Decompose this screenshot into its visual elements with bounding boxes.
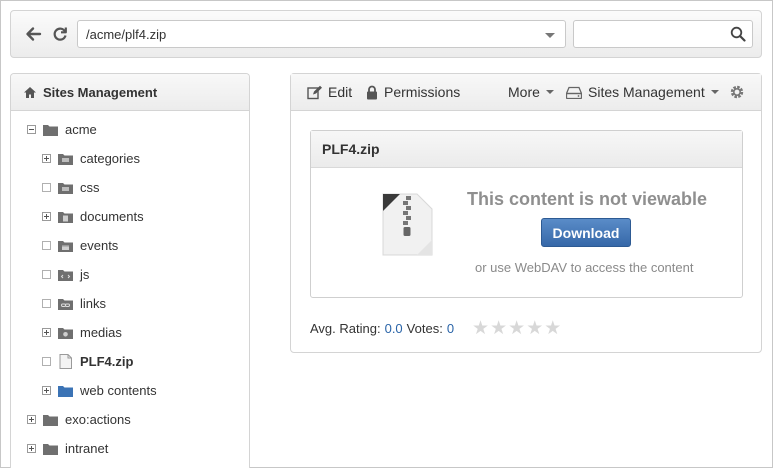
more-label: More — [508, 84, 540, 100]
address-toolbar: /acme/plf4.zip — [10, 10, 762, 58]
address-field[interactable]: /acme/plf4.zip — [77, 20, 566, 48]
tree-item-label: exo:actions — [65, 411, 131, 427]
drive-label: Sites Management — [588, 84, 705, 100]
avg-rating-value: 0.0 — [384, 321, 403, 336]
preview-title: PLF4.zip — [311, 131, 742, 168]
more-dropdown[interactable]: More — [508, 84, 554, 100]
tree-item-acme[interactable]: acme — [27, 119, 97, 139]
collapse-toggle-icon[interactable] — [27, 124, 36, 134]
search-icon[interactable] — [730, 26, 746, 42]
blue-folder-icon — [58, 385, 73, 397]
gear-icon[interactable] — [729, 84, 745, 103]
tree-item-intranet[interactable]: intranet — [27, 438, 108, 458]
avg-rating-label: Avg. Rating: — [310, 321, 381, 336]
not-viewable-message: This content is not viewable — [467, 189, 708, 209]
link-folder-icon — [58, 298, 73, 310]
sites-sidebar: Sites Management acme categories css doc… — [10, 73, 250, 468]
refresh-icon[interactable] — [51, 25, 69, 43]
rating-bar: Avg. Rating: 0.0 Votes: 0 ★ ★ ★ ★ ★ — [310, 319, 562, 338]
file-preview-card: PLF4.zip This content is not viewable Do… — [310, 130, 743, 298]
expand-toggle-icon[interactable] — [42, 153, 51, 163]
back-arrow-icon[interactable] — [24, 25, 42, 43]
star-icon[interactable]: ★ — [544, 319, 561, 338]
action-bar: Edit Permissions More Sites Management — [291, 74, 761, 111]
tree-item-categories[interactable]: categories — [42, 148, 140, 168]
leaf-toggle — [42, 356, 51, 366]
tree-item-label: js — [80, 266, 90, 282]
edit-button[interactable]: Edit — [307, 84, 352, 100]
star-icon[interactable]: ★ — [472, 319, 489, 338]
tree-item-css[interactable]: css — [42, 177, 100, 197]
expand-toggle-icon[interactable] — [27, 443, 36, 453]
chevron-down-icon[interactable] — [545, 33, 555, 38]
votes-label: Votes: — [406, 321, 443, 336]
expand-toggle-icon[interactable] — [42, 211, 51, 221]
edit-label: Edit — [328, 84, 353, 100]
file-icon — [59, 353, 72, 369]
tree-item-exo-actions[interactable]: exo:actions — [27, 409, 131, 429]
tree-item-label: links — [80, 295, 107, 311]
star-icon[interactable]: ★ — [508, 319, 525, 338]
tree-item-plf4-zip[interactable]: PLF4.zip — [42, 351, 133, 371]
sidebar-header: Sites Management — [11, 74, 249, 111]
download-button[interactable]: Download — [541, 218, 631, 247]
permissions-label: Permissions — [384, 84, 461, 100]
star-rating: ★ ★ ★ ★ ★ — [472, 319, 562, 338]
star-icon[interactable]: ★ — [526, 319, 543, 338]
tree-item-links[interactable]: links — [42, 293, 106, 313]
script-folder-icon — [58, 269, 73, 281]
tree-item-events[interactable]: events — [42, 235, 118, 255]
category-folder-icon — [58, 153, 73, 165]
votes-value: 0 — [446, 321, 455, 336]
tree-item-label: PLF4.zip — [80, 353, 134, 369]
leaf-toggle — [42, 298, 51, 308]
leaf-toggle — [42, 269, 51, 279]
window-frame: /acme/plf4.zip Sites Management acme cat… — [0, 0, 773, 468]
permissions-button[interactable]: Permissions — [366, 84, 460, 100]
webdav-hint: or use WebDAV to access the content — [475, 260, 694, 275]
tree-item-label: acme — [65, 121, 97, 137]
drive-icon — [566, 86, 582, 99]
calendar-folder-icon — [58, 240, 73, 252]
zip-file-icon — [382, 193, 433, 256]
lock-icon — [367, 85, 377, 99]
sidebar-title: Sites Management — [43, 84, 158, 100]
search-box[interactable] — [573, 20, 753, 48]
home-icon — [24, 86, 36, 98]
tree-item-label: documents — [80, 208, 144, 224]
leaf-toggle — [42, 240, 51, 250]
expand-toggle-icon[interactable] — [42, 385, 51, 395]
tree-item-label: css — [80, 179, 100, 195]
tree-item-js[interactable]: js — [42, 264, 89, 284]
folder-icon — [43, 414, 58, 426]
expand-toggle-icon[interactable] — [42, 327, 51, 337]
star-icon[interactable]: ★ — [490, 319, 507, 338]
css-folder-icon — [58, 182, 73, 194]
expand-toggle-icon[interactable] — [27, 414, 36, 424]
drive-dropdown[interactable]: Sites Management — [566, 84, 719, 100]
folder-icon — [43, 443, 58, 455]
folder-icon — [43, 124, 58, 136]
chevron-down-icon — [545, 90, 554, 94]
tree-item-documents[interactable]: documents — [42, 206, 144, 226]
tree-item-label: intranet — [65, 440, 109, 456]
search-input[interactable] — [574, 21, 724, 47]
edit-icon — [307, 85, 322, 99]
tree-item-label: medias — [80, 324, 122, 340]
document-folder-icon — [58, 211, 73, 223]
media-folder-icon — [58, 327, 73, 339]
tree-item-label: events — [80, 237, 119, 253]
chevron-down-icon — [710, 90, 719, 94]
content-panel: Edit Permissions More Sites Management P… — [290, 73, 762, 353]
leaf-toggle — [42, 182, 51, 192]
tree-item-medias[interactable]: medias — [42, 322, 122, 342]
tree-item-label: web contents — [80, 382, 157, 398]
tree-item-label: categories — [80, 150, 140, 166]
tree-item-web-contents[interactable]: web contents — [42, 380, 157, 400]
address-value: /acme/plf4.zip — [86, 26, 167, 42]
